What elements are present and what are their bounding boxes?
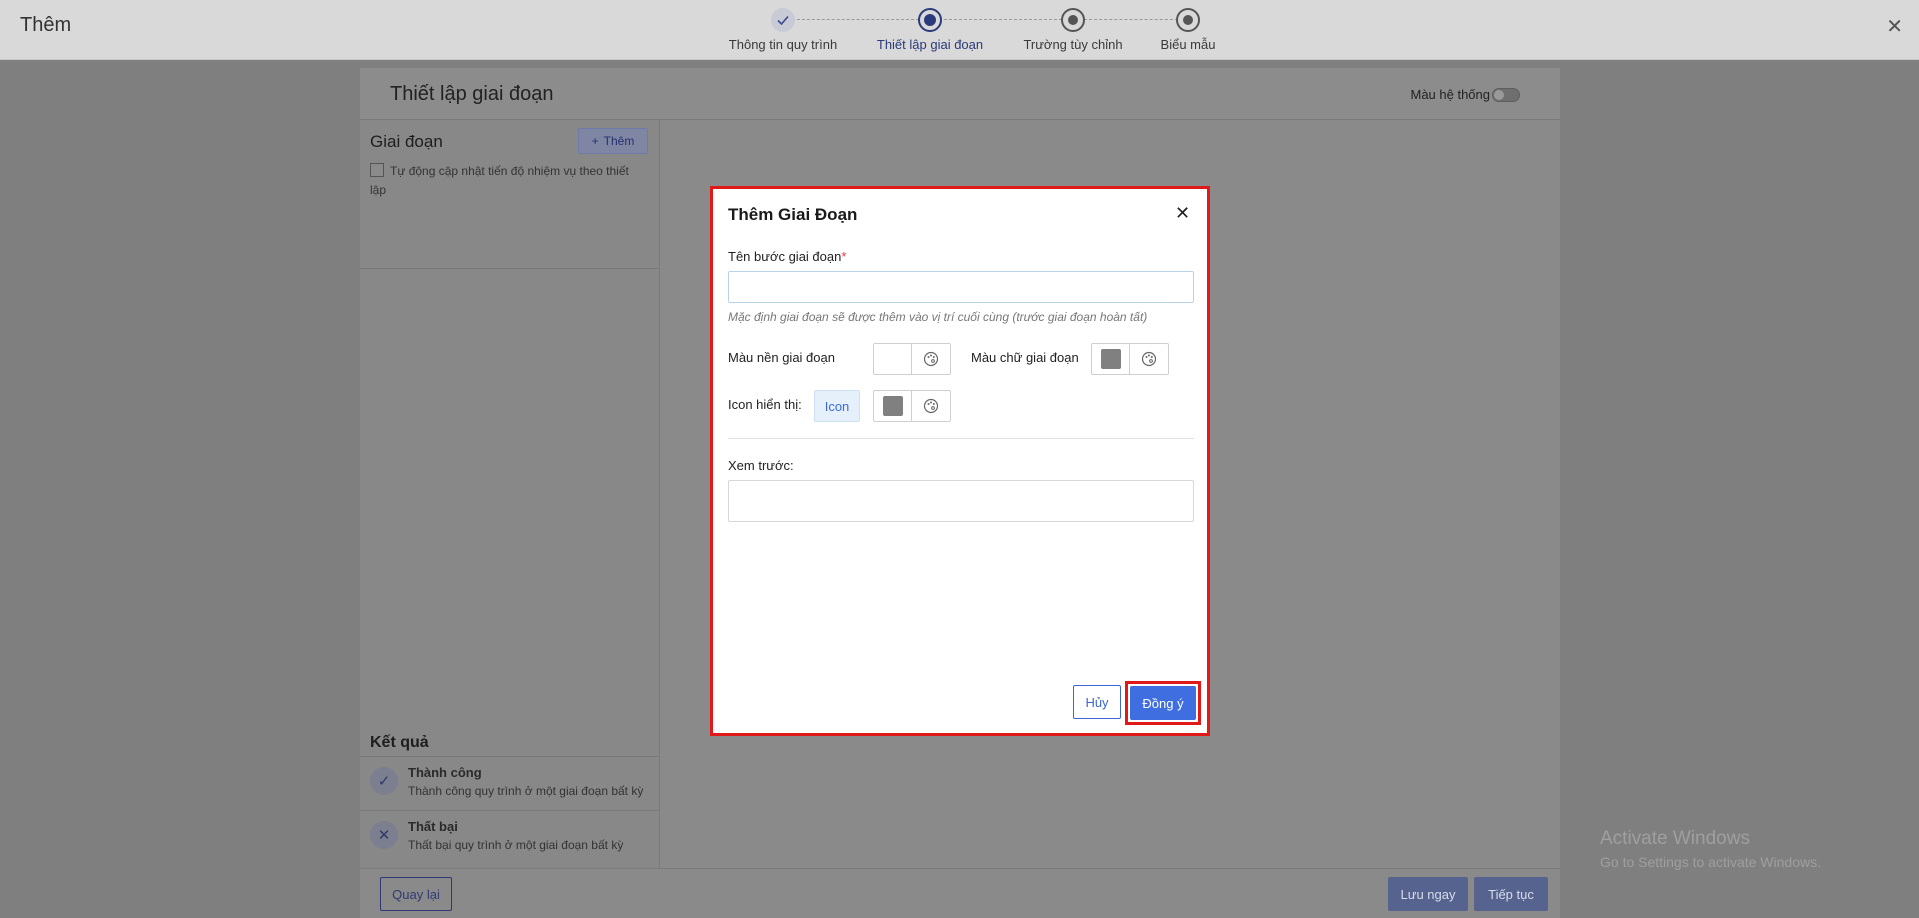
result-title: Kết quả [370, 734, 429, 751]
palette-icon[interactable] [912, 344, 950, 374]
text-color-swatch[interactable] [1092, 344, 1130, 374]
active-step-icon [918, 8, 942, 32]
top-bar: Thêm Thông tin quy trình Thiết lập giai … [0, 0, 1919, 60]
close-icon[interactable]: ✕ [1175, 203, 1190, 224]
plus-icon: + [591, 134, 599, 148]
step-stage-setup[interactable]: Thiết lập giai đoạn [855, 8, 1005, 52]
footer-bar: Quay lại Lưu ngay Tiếp tục [360, 868, 1560, 918]
add-stage-dialog: Thêm Giai Đoạn ✕ Tên bước giai đoạn* Mặc… [713, 189, 1207, 733]
required-mark: * [841, 249, 847, 264]
divider [728, 438, 1194, 439]
result-item-success[interactable]: ✓ Thành công Thành công quy trình ở một … [360, 756, 660, 808]
icon-color-picker[interactable] [873, 390, 951, 422]
palette-icon[interactable] [912, 391, 950, 421]
x-circle-icon: ✕ [370, 821, 398, 849]
stage-list-title: Giai đoạn [370, 132, 443, 151]
highlight-frame: Thêm Giai Đoạn ✕ Tên bước giai đoạn* Mặc… [710, 186, 1210, 736]
divider [360, 268, 660, 269]
icon-color-chip [882, 396, 903, 416]
step-process-info[interactable]: Thông tin quy trình [708, 8, 858, 52]
back-button[interactable]: Quay lại [380, 877, 452, 911]
bg-color-picker[interactable] [873, 343, 951, 375]
text-color-label: Màu chữ giai đoạn [971, 350, 1079, 365]
dialog-title: Thêm Giai Đoạn [728, 205, 858, 224]
pending-step-icon [1176, 8, 1200, 32]
save-now-button[interactable]: Lưu ngay [1388, 877, 1468, 911]
icon-label: Icon hiển thị: [728, 397, 802, 412]
icon-select-button[interactable]: Icon [814, 390, 860, 422]
palette-icon[interactable] [1130, 344, 1168, 374]
panel-title: Thiết lập giai đoạn [390, 83, 554, 105]
stage-sidebar: Giai đoạn + Thêm Tự động cập nhật tiến đ… [360, 120, 660, 868]
page-title: Thêm [20, 14, 72, 36]
check-circle-icon: ✓ [370, 767, 398, 795]
step-label: Thông tin quy trình [728, 37, 838, 52]
text-color-chip [1100, 349, 1121, 369]
watermark-line2: Go to Settings to activate Windows. [1600, 854, 1821, 870]
result-name: Thất bại [408, 819, 458, 834]
icon-color-swatch[interactable] [874, 391, 912, 421]
auto-update-checkbox[interactable]: Tự động cập nhật tiến độ nhiệm vụ theo t… [370, 162, 648, 200]
stage-name-label: Tên bước giai đoạn* [728, 249, 846, 264]
auto-update-label: Tự động cập nhật tiến độ nhiệm vụ theo t… [370, 164, 629, 197]
close-icon[interactable]: ✕ [1886, 14, 1903, 39]
result-desc: Thất bại quy trình ở một giai đoạn bất k… [408, 838, 624, 852]
bg-color-chip [882, 349, 903, 369]
pending-step-icon [1061, 8, 1085, 32]
system-color-label: Màu hệ thống [1410, 87, 1490, 102]
text-color-picker[interactable] [1091, 343, 1169, 375]
checkbox-icon[interactable] [370, 163, 384, 177]
bg-color-swatch[interactable] [874, 344, 912, 374]
result-name: Thành công [408, 765, 482, 780]
highlight-frame: Đồng ý [1125, 681, 1201, 725]
position-hint: Mặc định giai đoạn sẽ được thêm vào vị t… [728, 310, 1148, 324]
result-item-failure[interactable]: ✕ Thất bại Thất bại quy trình ở một giai… [360, 810, 660, 862]
result-desc: Thành công quy trình ở một giai đoạn bất… [408, 784, 644, 798]
preview-label: Xem trước: [728, 458, 794, 473]
preview-box [728, 480, 1194, 522]
stage-name-input[interactable] [728, 271, 1194, 303]
system-color-toggle[interactable] [1492, 88, 1520, 102]
watermark-line1: Activate Windows [1600, 828, 1750, 849]
step-label: Biểu mẫu [1160, 37, 1216, 52]
add-stage-button[interactable]: + Thêm [578, 128, 648, 154]
step-forms[interactable]: Biểu mẫu [1113, 8, 1263, 52]
confirm-button[interactable]: Đồng ý [1130, 686, 1196, 720]
add-stage-label: Thêm [603, 134, 635, 148]
step-label: Thiết lập giai đoạn [876, 37, 984, 52]
cancel-button[interactable]: Hủy [1073, 685, 1121, 719]
stage-name-label-text: Tên bước giai đoạn [728, 249, 842, 264]
continue-button[interactable]: Tiếp tục [1474, 877, 1548, 911]
windows-activation-watermark: Activate Windows Go to Settings to activ… [1600, 828, 1821, 870]
check-icon [771, 8, 795, 32]
panel-header: Thiết lập giai đoạn Màu hệ thống [360, 68, 1560, 120]
bg-color-label: Màu nền giai đoạn [728, 350, 835, 365]
